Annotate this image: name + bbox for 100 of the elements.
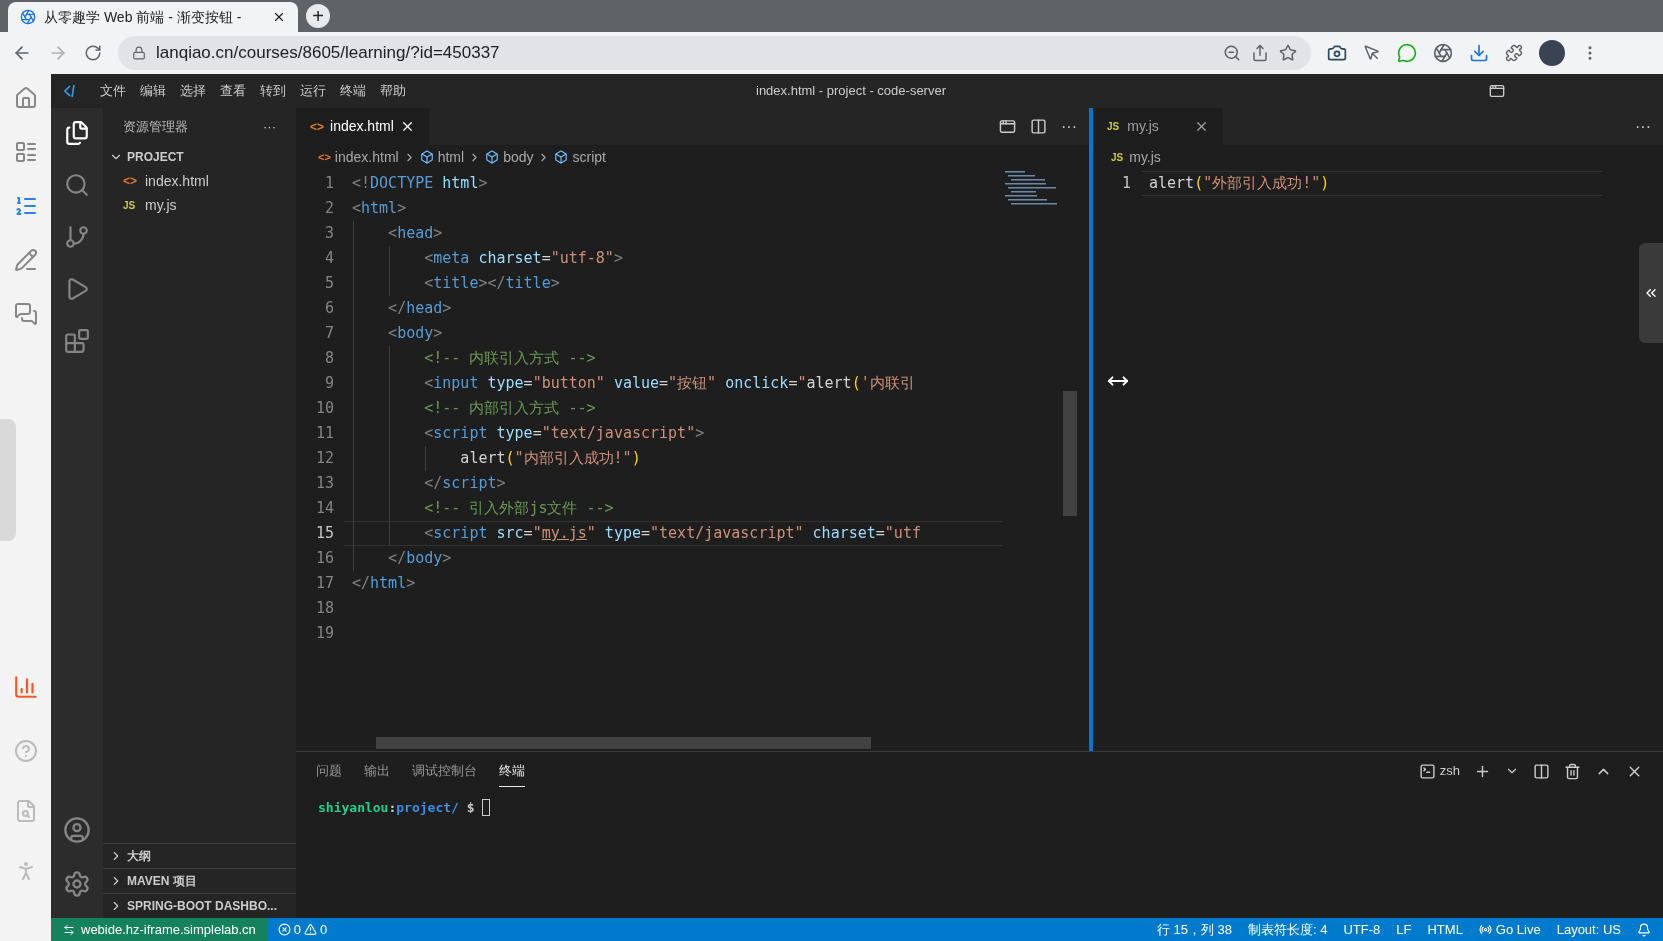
new-tab-button[interactable]: +: [306, 4, 330, 28]
problems-indicator[interactable]: 0 0: [267, 919, 338, 940]
line-number: 15: [314, 523, 335, 545]
breadcrumb-item[interactable]: index.html: [334, 146, 399, 168]
editor-tab[interactable]: JS my.js: [1093, 108, 1223, 145]
code-line: <!-- 内联引入方式 -->: [344, 346, 1003, 371]
line-number: 6: [323, 298, 335, 320]
aperture-icon[interactable]: [1433, 43, 1453, 63]
trash-icon[interactable]: [1564, 762, 1581, 780]
code-line: <script src="my.js" type="text/javascript" charset="utf: [344, 521, 1003, 546]
menu-item[interactable]: 终端: [333, 77, 373, 105]
code-line: <body>: [344, 321, 1003, 346]
chat-icon[interactable]: [13, 302, 38, 326]
cube-icon: [485, 150, 500, 164]
puzzle-icon[interactable]: [1505, 44, 1523, 62]
breadcrumb-item[interactable]: html: [437, 146, 465, 168]
terminal-icon: [1418, 762, 1436, 780]
code-line: </html>: [351, 573, 417, 595]
avatar[interactable]: [1539, 40, 1565, 66]
panel-tab[interactable]: 终端: [499, 754, 525, 788]
menu-item[interactable]: 帮助: [373, 77, 413, 105]
line-number: 1: [1120, 173, 1132, 195]
bar-chart-logo-icon[interactable]: [12, 674, 39, 700]
breadcrumb-item[interactable]: script: [572, 146, 606, 168]
code-line: </body>: [344, 546, 1003, 571]
html-file-icon: <>: [123, 172, 141, 190]
list-icon[interactable]: [13, 140, 38, 164]
horizontal-scrollbar[interactable]: [376, 737, 871, 749]
pencil-icon[interactable]: [13, 248, 38, 272]
more-button[interactable]: ···: [1635, 114, 1663, 139]
encoding[interactable]: UTF-8: [1343, 919, 1381, 940]
language-mode[interactable]: HTML: [1427, 919, 1463, 940]
cube-icon: [419, 150, 434, 164]
terminal-prompt: shiyanlou:project/ $: [296, 790, 1663, 818]
extensions-icon[interactable]: [64, 328, 90, 354]
explorer-icon[interactable]: [64, 120, 90, 146]
line-number: 19: [314, 623, 335, 645]
address-bar[interactable]: lanqiao.cn/courses/8605/learning/?id=450337: [118, 36, 1311, 70]
zoom-out-icon[interactable]: [1223, 44, 1241, 62]
browser-tab[interactable]: 从零趣学 Web 前端 - 渐变按钮 -: [8, 2, 298, 32]
site-logo-icon: [20, 9, 36, 25]
line-number: 7: [323, 323, 335, 345]
download-icon[interactable]: [1469, 43, 1489, 63]
menu-item[interactable]: 选择: [173, 77, 213, 105]
vertical-scrollbar[interactable]: [1063, 391, 1077, 516]
menu-item[interactable]: 转到: [253, 77, 293, 105]
account-icon[interactable]: [63, 816, 91, 844]
source-control-icon[interactable]: [64, 224, 90, 250]
js-file-icon: JS: [1107, 119, 1120, 134]
go-live-button[interactable]: Go Live: [1478, 919, 1541, 940]
more-button[interactable]: ···: [263, 116, 276, 137]
breadcrumb-item[interactable]: my.js: [1129, 146, 1161, 168]
file-item[interactable]: JS my.js: [103, 193, 296, 217]
more-button[interactable]: ···: [1061, 114, 1077, 139]
remote-indicator[interactable]: webide.hz-iframe.simplelab.cn: [51, 918, 268, 941]
search-icon[interactable]: [64, 172, 90, 198]
explorer-title: 资源管理器: [123, 117, 188, 136]
line-ending[interactable]: LF: [1396, 919, 1412, 940]
code-line: <title></title>: [344, 271, 1003, 296]
lock-icon: [132, 46, 146, 60]
code-line: <!-- 引入外部js文件 -->: [344, 496, 1003, 521]
reload-icon[interactable]: [84, 44, 102, 62]
numbered-list-icon[interactable]: [13, 194, 38, 218]
chat-icon[interactable]: [1397, 43, 1417, 63]
cube-icon: [554, 150, 569, 164]
layout-icon[interactable]: [1489, 83, 1505, 99]
menu-item[interactable]: 文件: [93, 77, 133, 105]
indent-setting[interactable]: 制表符长度: 4: [1248, 919, 1328, 940]
cursor: [482, 799, 491, 817]
warning-icon: [304, 923, 318, 936]
folder-header[interactable]: PROJECT: [103, 145, 296, 169]
collapse-handle[interactable]: [1639, 243, 1663, 343]
keyboard-layout[interactable]: Layout: US: [1556, 919, 1621, 940]
preview-icon[interactable]: [999, 118, 1016, 135]
home-icon[interactable]: [13, 86, 38, 110]
code-line: <html>: [351, 198, 408, 220]
camera-icon[interactable]: [1327, 43, 1347, 63]
pointer-icon[interactable]: [1363, 44, 1381, 62]
panel-tab[interactable]: 输出: [364, 755, 390, 787]
line-number: 18: [314, 598, 335, 620]
bell-icon[interactable]: [1637, 922, 1651, 937]
cursor-position[interactable]: 行 15，列 38: [1156, 919, 1232, 940]
editor-tab[interactable]: <> index.html: [296, 108, 429, 145]
panel-tab[interactable]: 问题: [316, 755, 342, 787]
menu-item[interactable]: 运行: [293, 77, 333, 105]
panel-tab[interactable]: 调试控制台: [412, 755, 477, 787]
split-editor-icon[interactable]: [1030, 118, 1047, 135]
line-number: 2: [323, 198, 335, 220]
breadcrumb-item[interactable]: body: [503, 146, 534, 168]
file-item[interactable]: <> index.html: [103, 169, 296, 193]
menu-item[interactable]: 编辑: [133, 77, 173, 105]
share-icon[interactable]: [1251, 44, 1269, 62]
collapse-handle[interactable]: [0, 419, 16, 541]
split-terminal-icon[interactable]: [1533, 762, 1550, 780]
close-icon[interactable]: [1194, 119, 1209, 134]
terminal-selector[interactable]: zsh: [1418, 761, 1460, 781]
settings-icon[interactable]: [63, 870, 91, 898]
star-icon[interactable]: [1279, 44, 1297, 62]
menu-item[interactable]: 查看: [213, 77, 253, 105]
close-icon[interactable]: [272, 10, 286, 24]
